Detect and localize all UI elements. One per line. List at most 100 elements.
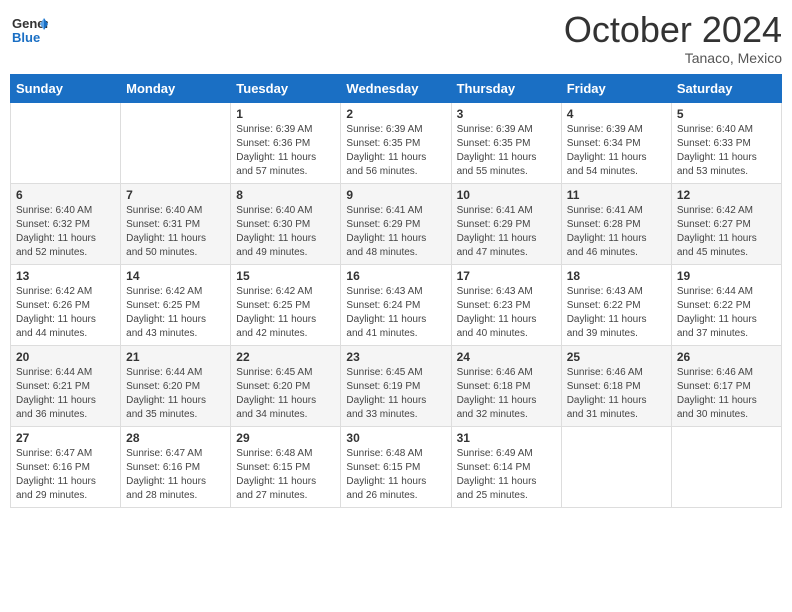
month-title: October 2024: [564, 10, 782, 50]
calendar-table: SundayMondayTuesdayWednesdayThursdayFrid…: [10, 74, 782, 508]
calendar-cell: 11 Sunrise: 6:41 AMSunset: 6:28 PMDayligh…: [561, 183, 671, 264]
day-info: Sunrise: 6:41 AMSunset: 6:28 PMDaylight:…: [567, 204, 666, 260]
day-number: 28: [126, 431, 225, 445]
day-number: 12: [677, 188, 776, 202]
weekday-header-monday: Monday: [121, 74, 231, 102]
day-info: Sunrise: 6:42 AMSunset: 6:25 PMDaylight:…: [236, 285, 335, 341]
calendar-cell: 1Sunrise: 6:39 AMSunset: 6:36 PMDaylight…: [231, 102, 341, 183]
calendar-week-row: 20 Sunrise: 6:44 AMSunset: 6:21 PMDayligh…: [11, 345, 782, 426]
day-info: Sunrise: 6:47 AMSunset: 6:16 PMDaylight:…: [126, 447, 225, 503]
day-number: 29: [236, 431, 335, 445]
calendar-cell: [121, 102, 231, 183]
calendar-cell: 24 Sunrise: 6:46 AMSunset: 6:18 PMDayligh…: [451, 345, 561, 426]
day-info: Sunrise: 6:43 AMSunset: 6:23 PMDaylight:…: [457, 285, 556, 341]
day-number: 8: [236, 188, 335, 202]
location-title: Tanaco, Mexico: [564, 50, 782, 66]
calendar-cell: 31 Sunrise: 6:49 AMSunset: 6:14 PMDayligh…: [451, 426, 561, 507]
calendar-cell: 10 Sunrise: 6:41 AMSunset: 6:29 PMDayligh…: [451, 183, 561, 264]
day-info: Sunrise: 6:49 AMSunset: 6:14 PMDaylight:…: [457, 447, 556, 503]
day-info: Sunrise: 6:47 AMSunset: 6:16 PMDaylight:…: [16, 447, 115, 503]
day-number: 25: [567, 350, 666, 364]
calendar-cell: 7 Sunrise: 6:40 AMSunset: 6:31 PMDaylight…: [121, 183, 231, 264]
calendar-week-row: 1Sunrise: 6:39 AMSunset: 6:36 PMDaylight…: [11, 102, 782, 183]
day-number: 4: [567, 107, 666, 121]
calendar-cell: 12 Sunrise: 6:42 AMSunset: 6:27 PMDayligh…: [671, 183, 781, 264]
day-number: 22: [236, 350, 335, 364]
calendar-cell: 19Sunrise: 6:44 AMSunset: 6:22 PMDayligh…: [671, 264, 781, 345]
calendar-cell: 20 Sunrise: 6:44 AMSunset: 6:21 PMDayligh…: [11, 345, 121, 426]
day-number: 15: [236, 269, 335, 283]
day-number: 7: [126, 188, 225, 202]
day-number: 9: [346, 188, 445, 202]
calendar-cell: 14 Sunrise: 6:42 AMSunset: 6:25 PMDayligh…: [121, 264, 231, 345]
day-info: Sunrise: 6:44 AMSunset: 6:21 PMDaylight:…: [16, 366, 115, 422]
calendar-cell: 3 Sunrise: 6:39 AMSunset: 6:35 PMDaylight…: [451, 102, 561, 183]
weekday-header-row: SundayMondayTuesdayWednesdayThursdayFrid…: [11, 74, 782, 102]
day-number: 14: [126, 269, 225, 283]
day-number: 31: [457, 431, 556, 445]
logo-icon: General Blue: [10, 10, 48, 48]
calendar-cell: 5 Sunrise: 6:40 AMSunset: 6:33 PMDaylight…: [671, 102, 781, 183]
day-number: 30: [346, 431, 445, 445]
day-info: Sunrise: 6:40 AMSunset: 6:33 PMDaylight:…: [677, 123, 776, 179]
day-number: 2: [346, 107, 445, 121]
day-info: Sunrise: 6:45 AMSunset: 6:20 PMDaylight:…: [236, 366, 335, 422]
day-number: 10: [457, 188, 556, 202]
calendar-cell: 25 Sunrise: 6:46 AMSunset: 6:18 PMDayligh…: [561, 345, 671, 426]
calendar-cell: 9 Sunrise: 6:41 AMSunset: 6:29 PMDaylight…: [341, 183, 451, 264]
calendar-cell: [561, 426, 671, 507]
calendar-cell: 27Sunrise: 6:47 AMSunset: 6:16 PMDayligh…: [11, 426, 121, 507]
day-number: 21: [126, 350, 225, 364]
calendar-cell: 23Sunrise: 6:45 AMSunset: 6:19 PMDayligh…: [341, 345, 451, 426]
day-number: 3: [457, 107, 556, 121]
day-info: Sunrise: 6:39 AMSunset: 6:35 PMDaylight:…: [346, 123, 445, 179]
day-info: Sunrise: 6:42 AMSunset: 6:26 PMDaylight:…: [16, 285, 115, 341]
day-info: Sunrise: 6:40 AMSunset: 6:31 PMDaylight:…: [126, 204, 225, 260]
weekday-header-saturday: Saturday: [671, 74, 781, 102]
calendar-cell: 2 Sunrise: 6:39 AMSunset: 6:35 PMDaylight…: [341, 102, 451, 183]
day-info: Sunrise: 6:46 AMSunset: 6:18 PMDaylight:…: [457, 366, 556, 422]
calendar-cell: 28 Sunrise: 6:47 AMSunset: 6:16 PMDayligh…: [121, 426, 231, 507]
day-info: Sunrise: 6:39 AMSunset: 6:35 PMDaylight:…: [457, 123, 556, 179]
weekday-header-sunday: Sunday: [11, 74, 121, 102]
day-info: Sunrise: 6:42 AMSunset: 6:25 PMDaylight:…: [126, 285, 225, 341]
day-number: 24: [457, 350, 556, 364]
weekday-header-friday: Friday: [561, 74, 671, 102]
weekday-header-thursday: Thursday: [451, 74, 561, 102]
day-info: Sunrise: 6:41 AMSunset: 6:29 PMDaylight:…: [346, 204, 445, 260]
calendar-cell: 15 Sunrise: 6:42 AMSunset: 6:25 PMDayligh…: [231, 264, 341, 345]
day-info: Sunrise: 6:48 AMSunset: 6:15 PMDaylight:…: [236, 447, 335, 503]
title-area: October 2024 Tanaco, Mexico: [564, 10, 782, 66]
calendar-week-row: 6 Sunrise: 6:40 AMSunset: 6:32 PMDaylight…: [11, 183, 782, 264]
calendar-cell: 8 Sunrise: 6:40 AMSunset: 6:30 PMDaylight…: [231, 183, 341, 264]
day-number: 17: [457, 269, 556, 283]
day-number: 13: [16, 269, 115, 283]
day-info: Sunrise: 6:39 AMSunset: 6:36 PMDaylight:…: [236, 123, 335, 179]
calendar-cell: [11, 102, 121, 183]
day-info: Sunrise: 6:46 AMSunset: 6:17 PMDaylight:…: [677, 366, 776, 422]
calendar-cell: 30Sunrise: 6:48 AMSunset: 6:15 PMDayligh…: [341, 426, 451, 507]
calendar-cell: [671, 426, 781, 507]
day-number: 16: [346, 269, 445, 283]
day-info: Sunrise: 6:41 AMSunset: 6:29 PMDaylight:…: [457, 204, 556, 260]
weekday-header-wednesday: Wednesday: [341, 74, 451, 102]
calendar-cell: 18Sunrise: 6:43 AMSunset: 6:22 PMDayligh…: [561, 264, 671, 345]
calendar-week-row: 13 Sunrise: 6:42 AMSunset: 6:26 PMDayligh…: [11, 264, 782, 345]
day-info: Sunrise: 6:45 AMSunset: 6:19 PMDaylight:…: [346, 366, 445, 422]
day-info: Sunrise: 6:46 AMSunset: 6:18 PMDaylight:…: [567, 366, 666, 422]
calendar-cell: 22 Sunrise: 6:45 AMSunset: 6:20 PMDayligh…: [231, 345, 341, 426]
day-info: Sunrise: 6:40 AMSunset: 6:32 PMDaylight:…: [16, 204, 115, 260]
logo: General Blue: [10, 10, 48, 53]
day-number: 20: [16, 350, 115, 364]
weekday-header-tuesday: Tuesday: [231, 74, 341, 102]
day-info: Sunrise: 6:40 AMSunset: 6:30 PMDaylight:…: [236, 204, 335, 260]
calendar-cell: 16Sunrise: 6:43 AMSunset: 6:24 PMDayligh…: [341, 264, 451, 345]
day-number: 11: [567, 188, 666, 202]
day-info: Sunrise: 6:44 AMSunset: 6:20 PMDaylight:…: [126, 366, 225, 422]
calendar-cell: 21 Sunrise: 6:44 AMSunset: 6:20 PMDayligh…: [121, 345, 231, 426]
day-number: 26: [677, 350, 776, 364]
day-number: 5: [677, 107, 776, 121]
day-number: 6: [16, 188, 115, 202]
day-info: Sunrise: 6:39 AMSunset: 6:34 PMDaylight:…: [567, 123, 666, 179]
day-info: Sunrise: 6:42 AMSunset: 6:27 PMDaylight:…: [677, 204, 776, 260]
